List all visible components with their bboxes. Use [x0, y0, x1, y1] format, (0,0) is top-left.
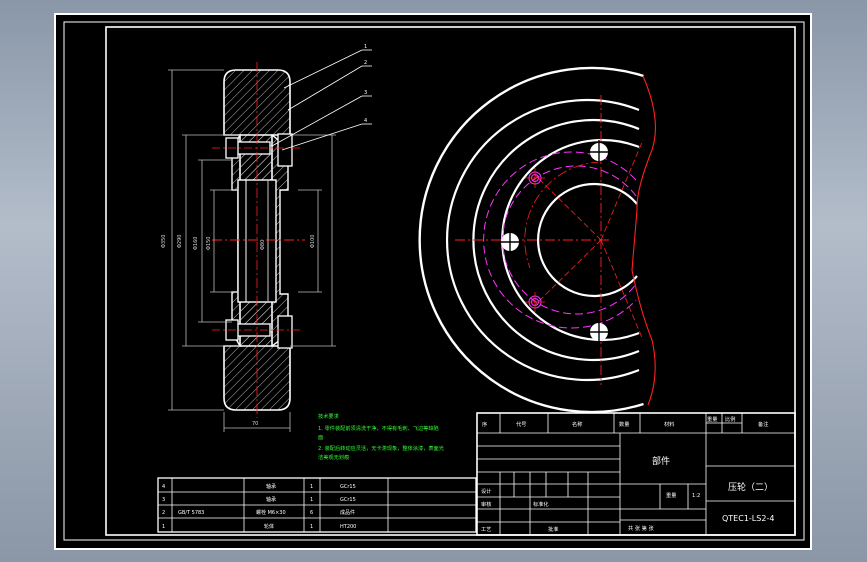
dim-phi290: Φ290 — [177, 235, 183, 248]
part-row-no: 1 — [162, 524, 165, 530]
role-standard: 标准化 — [533, 500, 549, 508]
part-row-qty: 1 — [310, 524, 313, 530]
th-seq: 序 — [482, 420, 487, 428]
balloon-3: 3 — [364, 90, 367, 96]
drawing-number: QTEC1-LS2-4 — [722, 514, 774, 523]
part-row-qty: 6 — [310, 510, 313, 516]
sheet-count: 共 张 第 张 — [628, 524, 655, 532]
dim-phi350: Φ350 — [161, 235, 167, 248]
weight-label: 重量 — [666, 491, 676, 499]
note-line-3: 2. 装配后转动应灵活，无卡滞现象，整体涂漆，表面光 — [318, 444, 444, 452]
note-line-4: 洁美观无划痕 — [318, 453, 350, 461]
drawing-title: 压轮（二） — [728, 481, 773, 493]
part-row-qty: 1 — [310, 484, 313, 490]
part-row-material: 成品件 — [340, 509, 355, 516]
part-row-name: 轴承 — [266, 496, 276, 503]
part-row-name: 螺栓 M6×30 — [256, 509, 286, 516]
part-row-name: 轮体 — [264, 523, 274, 530]
part-row-name: 轴承 — [266, 483, 276, 490]
balloon-1: 1 — [364, 44, 367, 50]
dim-width: 70 — [252, 421, 258, 427]
notes-heading: 技术要求 — [318, 412, 340, 420]
th-code: 代号 — [516, 420, 526, 428]
dim-phi80: Φ80 — [260, 240, 266, 250]
drawing-sheet — [54, 13, 812, 550]
part-row-no: 3 — [162, 497, 165, 503]
part-row-material: HT200 — [340, 524, 356, 530]
note-line-2: 面 — [318, 434, 323, 441]
role-approve: 批准 — [548, 525, 558, 533]
balloon-2: 2 — [364, 60, 367, 66]
scale-value: 1:2 — [692, 493, 700, 499]
cad-drawing: Φ350 Φ290 Φ160 Φ150 Φ100 Φ80 70 1 2 3 4 — [54, 13, 812, 550]
dim-phi150: Φ150 — [206, 237, 212, 250]
part-label: 部件 — [652, 455, 670, 467]
th-remark: 备注 — [758, 420, 768, 428]
th-scale: 比例 — [725, 415, 735, 423]
th-qty: 数量 — [619, 420, 629, 428]
part-row-code: GB/T 5783 — [178, 510, 204, 516]
part-row-no: 2 — [162, 510, 165, 516]
th-name: 名称 — [572, 420, 582, 428]
note-line-1: 1. 零件装配前须清洗干净，不得有毛刺、飞边等缺陷 — [318, 424, 439, 432]
th-weight: 重量 — [707, 415, 717, 423]
role-design: 设计 — [481, 487, 491, 495]
dim-phi100: Φ100 — [310, 235, 316, 248]
part-row-material: GCr15 — [340, 497, 356, 503]
th-material: 材料 — [664, 420, 674, 428]
role-process: 工艺 — [481, 526, 491, 533]
dim-phi160: Φ160 — [193, 237, 199, 250]
role-check: 审核 — [481, 500, 491, 508]
part-row-qty: 1 — [310, 497, 313, 503]
part-row-no: 4 — [162, 484, 165, 490]
part-row-material: GCr15 — [340, 484, 356, 490]
balloon-4: 4 — [364, 118, 367, 124]
